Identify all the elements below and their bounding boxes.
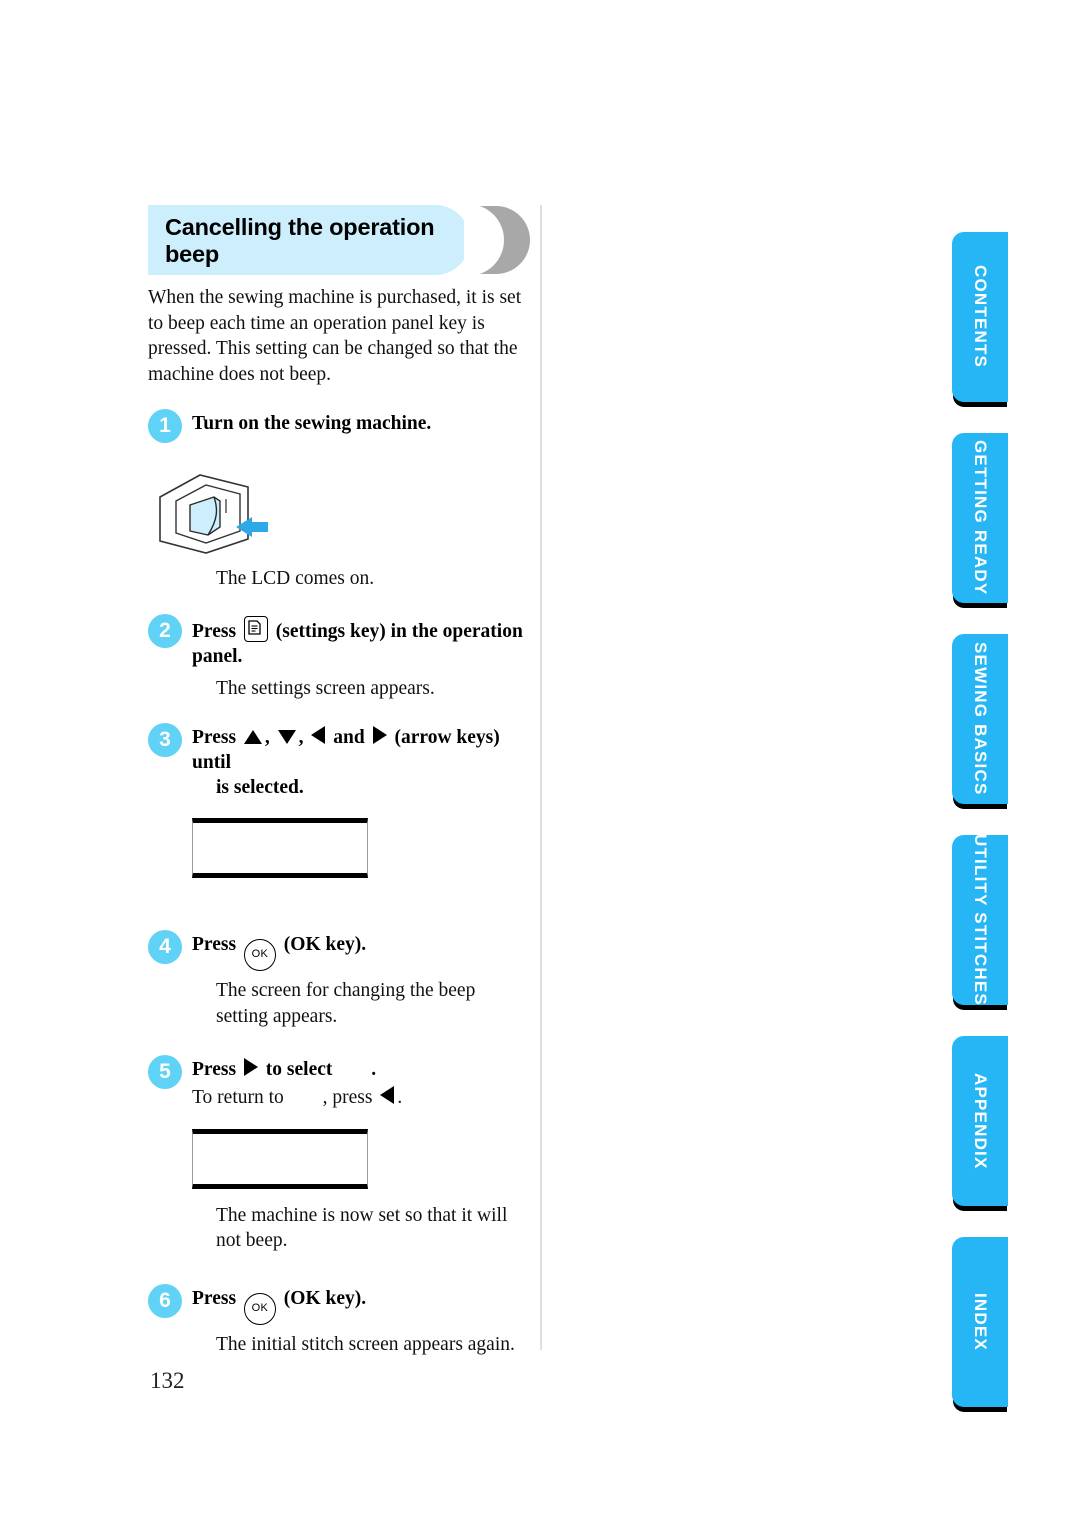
tab-label: CONTENTS <box>971 265 990 369</box>
intro-paragraph: When the sewing machine is purchased, it… <box>148 287 522 385</box>
arrow-left-icon <box>380 1086 395 1104</box>
step-4-tail-label: (OK key). <box>283 934 367 955</box>
column-divider <box>540 205 542 1350</box>
settings-key-icon <box>243 615 268 642</box>
sidebar-item-index[interactable]: INDEX <box>952 1237 1008 1407</box>
arrow-left-icon <box>311 726 326 744</box>
step-6-press-label: Press <box>192 1287 237 1309</box>
power-switch-illustration <box>148 461 528 559</box>
ok-key-icon: OK <box>243 1292 276 1325</box>
sidebar-item-utility-stitches[interactable]: UTILITY STITCHES <box>952 834 1008 1006</box>
lcd-screen-placeholder-1 <box>192 818 368 878</box>
step-heading: Press (settings key) in the operation pa… <box>192 614 528 669</box>
ok-key-icon: OK <box>243 939 276 971</box>
step-2-tail-label: (settings key) in the operation panel. <box>192 620 523 667</box>
step-heading: Press OK (OK key). <box>192 1284 528 1325</box>
step-number-badge: 5 <box>148 1055 182 1089</box>
step-number-badge: 2 <box>148 613 182 648</box>
step-1: 1 Turn on the sewing machine. <box>148 409 528 443</box>
sidebar-item-appendix[interactable]: APPENDIX <box>952 1036 1008 1206</box>
step-5-press-label: Press <box>192 1059 237 1080</box>
arrow-down-icon <box>277 730 296 744</box>
step-heading: Turn on the sewing machine. <box>192 413 432 434</box>
section-header-banner: Cancelling the operation beep <box>148 204 530 276</box>
step-6-tail-label: (OK key). <box>283 1287 367 1309</box>
tab-label: UTILITY STITCHES <box>971 834 990 1006</box>
step-number-badge: 4 <box>148 930 182 964</box>
step-number-badge: 6 <box>148 1283 182 1318</box>
step-5: 5 Press to select . To return to , press… <box>148 1055 528 1111</box>
step-3-press-label: Press <box>192 727 237 748</box>
step-4-press-label: Press <box>192 934 237 955</box>
banner-crescent-decoration <box>464 204 530 276</box>
side-index-tabs: CONTENTS GETTING READY SEWING BASICS UTI… <box>952 232 1008 1438</box>
sidebar-item-sewing-basics[interactable]: SEWING BASICS <box>952 634 1008 804</box>
step-heading: Press to select . <box>192 1055 528 1082</box>
step-1-result: The LCD comes on. <box>216 568 375 589</box>
step-5-sub-period: . <box>397 1087 403 1108</box>
step-5-press-label-2: , press <box>322 1087 373 1108</box>
step-6-result: The initial stitch screen appears again. <box>216 1333 515 1355</box>
main-content-column: Cancelling the operation beep When the s… <box>148 204 530 1357</box>
step-5-select-label: to select <box>265 1059 333 1080</box>
step-6: 6 Press OK (OK key). <box>148 1283 528 1325</box>
step-3-and-label: and <box>333 727 365 748</box>
arrow-up-icon <box>243 730 262 744</box>
step-5-subtext: To return to , press . <box>192 1085 528 1111</box>
step-heading: Press OK (OK key). <box>192 930 528 971</box>
tab-label: APPENDIX <box>971 1072 990 1170</box>
manual-page: Cancelling the operation beep When the s… <box>0 0 1080 1528</box>
sidebar-item-contents[interactable]: CONTENTS <box>952 232 1008 402</box>
step-2-result: The settings screen appears. <box>216 677 435 699</box>
lcd-screen-placeholder-2 <box>192 1128 368 1189</box>
arrow-right-icon <box>372 726 387 744</box>
step-3: 3 Press , , and (arrow keys) until is se… <box>148 723 528 800</box>
step-4-result: The screen for changing the beep setting… <box>216 980 476 1027</box>
page-title: Cancelling the operation beep <box>165 214 435 267</box>
step-heading: Press , , and (arrow keys) until is sele… <box>192 723 528 800</box>
step-3-line2-label: is selected. <box>216 777 304 798</box>
step-2: 2 Press (settings key) in the operation … <box>148 613 528 669</box>
step-2-press-label: Press <box>192 620 237 642</box>
step-5-result: The machine is now set so that it will n… <box>216 1204 508 1252</box>
arrow-right-icon <box>243 1058 258 1076</box>
tab-label: GETTING READY <box>971 440 990 596</box>
comma-1: , <box>264 727 270 748</box>
tab-label: SEWING BASICS <box>971 642 990 796</box>
step-number-badge: 1 <box>148 409 182 443</box>
comma-2: , <box>298 727 304 748</box>
tab-label: INDEX <box>971 1293 990 1351</box>
step-5-return-label: To return to <box>192 1087 284 1108</box>
step-number-badge: 3 <box>148 723 182 757</box>
page-number: 132 <box>150 1368 185 1393</box>
sidebar-item-getting-ready[interactable]: GETTING READY <box>952 433 1008 603</box>
step-5-period: . <box>371 1059 377 1080</box>
step-4: 4 Press OK (OK key). <box>148 930 528 971</box>
